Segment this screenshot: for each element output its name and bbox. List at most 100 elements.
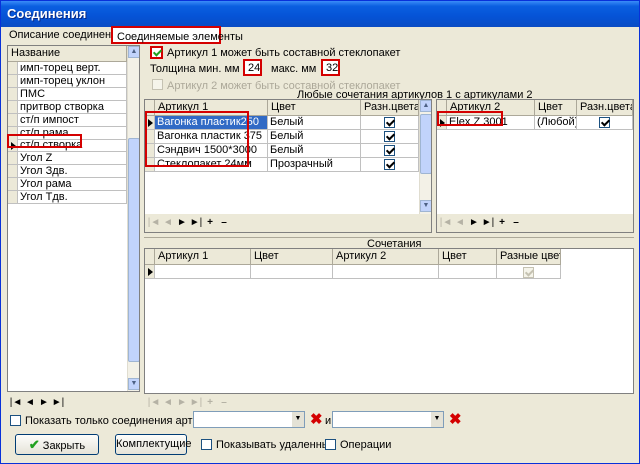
nav-first-icon[interactable]: |◄ <box>9 397 23 408</box>
nav-add-icon[interactable]: + <box>495 217 509 228</box>
header-label: Артикул 1 <box>158 250 209 262</box>
header-label: Цвет <box>254 250 279 262</box>
connections-window: Соединения Описание соединений Соединяем… <box>0 0 640 464</box>
diff-color-checkbox[interactable] <box>384 159 395 170</box>
color-cell[interactable]: (Любой) <box>535 116 577 130</box>
list-item[interactable]: имп-торец уклон <box>18 74 127 88</box>
color-cell[interactable]: Белый <box>268 130 361 144</box>
only-links-checkbox[interactable] <box>10 415 21 426</box>
close-button[interactable]: ✔ Закрыть <box>15 434 99 455</box>
table-cell[interactable] <box>155 265 251 279</box>
row-indicator <box>8 191 18 204</box>
column-header-diff-color[interactable]: Разн.цвета <box>361 100 419 116</box>
scroll-up-icon[interactable]: ▲ <box>128 46 139 58</box>
nav-prev-icon[interactable]: ◄ <box>453 217 467 228</box>
nav-next-icon[interactable]: ► <box>175 217 189 228</box>
nav-last-icon[interactable]: ►| <box>51 397 65 408</box>
list-item[interactable]: имп-торец верт. <box>18 62 127 75</box>
nav-last-icon[interactable]: ►| <box>189 397 203 408</box>
scroll-down-icon[interactable]: ▼ <box>128 378 139 390</box>
nav-next-icon[interactable]: ► <box>37 397 51 408</box>
combinations-grid: Артикул 1 Цвет Артикул 2 Цвет Разные цве… <box>144 248 634 394</box>
nav-prev-icon[interactable]: ◄ <box>161 217 175 228</box>
list-item[interactable]: Угол Здв. <box>18 165 127 179</box>
list-item[interactable]: Угол Z <box>18 152 127 166</box>
nav-next-icon[interactable]: ► <box>175 397 189 408</box>
article2-composite-checkbox[interactable] <box>152 79 163 90</box>
nav-delete-icon[interactable]: – <box>217 397 231 408</box>
title-bar: Соединения <box>1 1 639 27</box>
table-cell[interactable] <box>333 265 439 279</box>
column-header-color2[interactable]: Цвет <box>439 249 497 265</box>
article1-composite-checkbox[interactable] <box>150 46 163 59</box>
nav-next-icon[interactable]: ► <box>467 217 481 228</box>
header-label: Название <box>11 47 61 59</box>
nav-first-icon[interactable]: |◄ <box>147 217 161 228</box>
and-label: и <box>325 415 332 427</box>
tab-connection-description[interactable]: Описание соединений <box>5 26 123 44</box>
column-header-color[interactable]: Цвет <box>535 100 577 116</box>
color-cell[interactable]: Белый <box>268 144 361 158</box>
highlight-article1-rows <box>145 111 249 167</box>
nav-first-icon[interactable]: |◄ <box>439 217 453 228</box>
operations-checkbox[interactable] <box>325 439 336 450</box>
color-cell[interactable]: Прозрачный <box>268 158 361 172</box>
close-button-label: Закрыть <box>42 440 86 452</box>
clear-article2-filter-icon[interactable]: ✖ <box>449 412 462 427</box>
article1-filter-combo[interactable]: ▼ <box>193 411 305 428</box>
list-item[interactable]: ст/п импост <box>18 113 127 127</box>
thickness-max-label: макс. мм <box>271 63 317 75</box>
kit-button-label: Комплектущие <box>116 438 192 450</box>
kit-button[interactable]: Комплектущие <box>115 434 192 455</box>
scroll-thumb[interactable] <box>128 138 139 362</box>
column-header-article1[interactable]: Артикул 1 <box>155 249 251 265</box>
diff-color-checkbox[interactable] <box>384 145 395 156</box>
column-header-color1[interactable]: Цвет <box>251 249 333 265</box>
dropdown-arrow-icon[interactable]: ▼ <box>431 412 443 427</box>
list-item[interactable]: Угол Тдв. <box>18 191 127 204</box>
nav-add-icon[interactable]: + <box>203 397 217 408</box>
nav-last-icon[interactable]: ►| <box>481 217 495 228</box>
list-scrollbar[interactable]: ▲ ▼ <box>127 46 139 391</box>
show-deleted-checkbox[interactable] <box>201 439 212 450</box>
column-header-color[interactable]: Цвет <box>268 100 361 116</box>
nav-prev-icon[interactable]: ◄ <box>161 397 175 408</box>
highlight-selected-connection <box>7 134 82 148</box>
column-header-name[interactable]: Название <box>8 46 127 62</box>
row-indicator <box>8 62 18 75</box>
table-cell[interactable] <box>251 265 333 279</box>
column-header-diff-color[interactable]: Разн.цвета <box>577 100 633 116</box>
list-item[interactable]: притвор створка <box>18 100 127 114</box>
list-item[interactable]: Угол рама <box>18 178 127 192</box>
diff-color-checkbox[interactable] <box>599 117 610 128</box>
nav-delete-icon[interactable]: – <box>509 217 523 228</box>
article2-filter-combo[interactable]: ▼ <box>332 411 444 428</box>
column-header-diff-colors[interactable]: Разные цвета <box>497 249 561 265</box>
nav-prev-icon[interactable]: ◄ <box>23 397 37 408</box>
tab-label: Соединяемые элементы <box>117 31 243 43</box>
tab-joined-elements[interactable]: Соединяемые элементы <box>111 26 243 44</box>
scroll-thumb[interactable] <box>420 114 431 174</box>
grid3-nav-buttons: |◄ ◄ ► ►| + – <box>147 397 231 411</box>
dropdown-arrow-icon[interactable]: ▼ <box>292 412 304 427</box>
header-label: Артикул 2 <box>336 250 387 262</box>
table-cell[interactable] <box>439 265 497 279</box>
thickness-min-input[interactable]: 24 <box>243 59 262 76</box>
color-cell[interactable]: Белый <box>268 116 361 130</box>
column-header-article2[interactable]: Артикул 2 <box>333 249 439 265</box>
list-item[interactable]: ПМС <box>18 87 127 101</box>
nav-delete-icon[interactable]: – <box>217 217 231 228</box>
nav-last-icon[interactable]: ►| <box>189 217 203 228</box>
diff-colors-checkbox[interactable] <box>523 267 534 278</box>
scroll-down-icon[interactable]: ▼ <box>420 200 431 212</box>
diff-color-checkbox[interactable] <box>384 131 395 142</box>
clear-article1-filter-icon[interactable]: ✖ <box>310 412 323 427</box>
row-indicator <box>8 113 18 127</box>
grid1-scrollbar[interactable]: ▲ ▼ <box>419 100 431 214</box>
nav-first-icon[interactable]: |◄ <box>147 397 161 408</box>
diff-color-checkbox[interactable] <box>384 117 395 128</box>
header-label: Цвет <box>271 101 296 113</box>
scroll-up-icon[interactable]: ▲ <box>420 100 431 112</box>
thickness-max-input[interactable]: 32 <box>321 59 340 76</box>
nav-add-icon[interactable]: + <box>203 217 217 228</box>
